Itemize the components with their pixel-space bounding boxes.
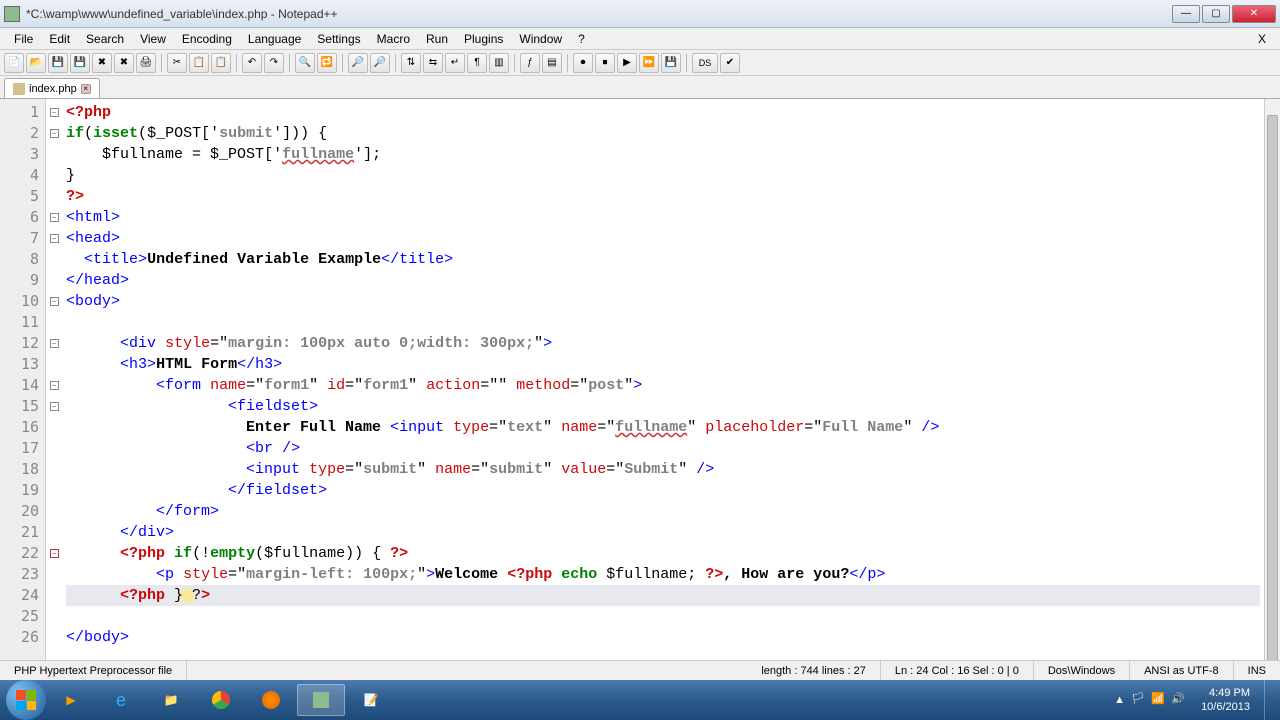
line-number-gutter: 1234567891011121314151617181920212223242…	[0, 99, 46, 660]
menu-view[interactable]: View	[132, 30, 174, 48]
system-tray: ▲ 🏳 📶 🔊 4:49 PM 10/6/2013	[1114, 680, 1274, 720]
start-button[interactable]	[6, 680, 46, 720]
status-mode[interactable]: INS	[1234, 661, 1280, 680]
window-close-button[interactable]: ✕	[1232, 5, 1276, 23]
menu-encoding[interactable]: Encoding	[174, 30, 240, 48]
fold-toggle-icon[interactable]: −	[50, 297, 59, 306]
menu-search[interactable]: Search	[78, 30, 132, 48]
new-file-icon[interactable]: 📄	[4, 53, 24, 73]
status-position: Ln : 24 Col : 16 Sel : 0 | 0	[881, 661, 1034, 680]
menu-settings[interactable]: Settings	[309, 30, 368, 48]
save-all-icon[interactable]: 💾	[70, 53, 90, 73]
taskbar-firefox-icon[interactable]	[247, 684, 295, 716]
replace-icon[interactable]: 🔁	[317, 53, 337, 73]
tray-clock[interactable]: 4:49 PM 10/6/2013	[1193, 686, 1258, 714]
fold-toggle-icon[interactable]: −	[50, 381, 59, 390]
spell-icon[interactable]: ✔	[720, 53, 740, 73]
menu-macro[interactable]: Macro	[369, 30, 418, 48]
ds-icon[interactable]: DS	[692, 53, 718, 73]
save-macro-icon[interactable]: 💾	[661, 53, 681, 73]
taskbar-notepadpp-icon[interactable]	[297, 684, 345, 716]
title-bar: *C:\wamp\www\undefined_variable\index.ph…	[0, 0, 1280, 28]
file-icon	[13, 83, 25, 95]
editor[interactable]: 1234567891011121314151617181920212223242…	[0, 98, 1280, 660]
zoom-out-icon[interactable]: 🔎	[370, 53, 390, 73]
status-encoding[interactable]: ANSI as UTF-8	[1130, 661, 1234, 680]
taskbar-explorer-icon[interactable]: 📁	[147, 684, 195, 716]
zoom-in-icon[interactable]: 🔎	[348, 53, 368, 73]
function-list-icon[interactable]: ƒ	[520, 53, 540, 73]
tab-close-icon[interactable]: ×	[81, 84, 91, 94]
fold-toggle-icon[interactable]: −	[50, 234, 59, 243]
menu-plugins[interactable]: Plugins	[456, 30, 511, 48]
window-title: *C:\wamp\www\undefined_variable\index.ph…	[26, 7, 1172, 21]
wrap-icon[interactable]: ↵	[445, 53, 465, 73]
sync-v-icon[interactable]: ⇅	[401, 53, 421, 73]
minimize-button[interactable]: —	[1172, 5, 1200, 23]
menu-edit[interactable]: Edit	[41, 30, 78, 48]
copy-icon[interactable]: 📋	[189, 53, 209, 73]
tray-date: 10/6/2013	[1201, 700, 1250, 714]
redo-icon[interactable]: ↷	[264, 53, 284, 73]
toolbar: 📄 📂 💾 💾 ✖ ✖ 🖨 ✂ 📋 📋 ↶ ↷ 🔍 🔁 🔎 🔎 ⇅ ⇆ ↵ ¶ …	[0, 50, 1280, 76]
play-multi-icon[interactable]: ⏩	[639, 53, 659, 73]
fold-toggle-icon[interactable]: −	[50, 108, 59, 117]
windows-logo-icon	[16, 690, 36, 710]
menu-bar: File Edit Search View Encoding Language …	[0, 28, 1280, 50]
show-desktop-button[interactable]	[1264, 680, 1274, 720]
code-area[interactable]: <?phpif(isset($_POST['submit'])) { $full…	[62, 99, 1264, 660]
tab-label: index.php	[29, 83, 77, 95]
menu-language[interactable]: Language	[240, 30, 309, 48]
print-icon[interactable]: 🖨	[136, 53, 156, 73]
status-bar: PHP Hypertext Preprocessor file length :…	[0, 660, 1280, 680]
windows-taskbar: ▶ e 📁 📝 ▲ 🏳 📶 🔊 4:49 PM 10/6/2013	[0, 680, 1280, 720]
menu-run[interactable]: Run	[418, 30, 456, 48]
open-file-icon[interactable]: 📂	[26, 53, 46, 73]
scrollbar-thumb[interactable]	[1267, 115, 1278, 675]
app-icon	[4, 6, 20, 22]
fold-toggle-icon[interactable]: −	[50, 402, 59, 411]
taskbar-chrome-icon[interactable]	[197, 684, 245, 716]
fold-toggle-icon[interactable]: −	[50, 339, 59, 348]
menu-window[interactable]: Window	[511, 30, 570, 48]
maximize-button[interactable]: ▢	[1202, 5, 1230, 23]
menu-help[interactable]: ?	[570, 30, 593, 48]
undo-icon[interactable]: ↶	[242, 53, 262, 73]
menu-close-x[interactable]: X	[1250, 32, 1274, 46]
fold-toggle-icon[interactable]: −	[50, 549, 59, 558]
tab-bar: index.php ×	[0, 76, 1280, 98]
record-macro-icon[interactable]: ⏺	[573, 53, 593, 73]
find-icon[interactable]: 🔍	[295, 53, 315, 73]
play-macro-icon[interactable]: ▶	[617, 53, 637, 73]
tray-time: 4:49 PM	[1201, 686, 1250, 700]
save-icon[interactable]: 💾	[48, 53, 68, 73]
status-filetype: PHP Hypertext Preprocessor file	[0, 661, 187, 680]
status-eol[interactable]: Dos\Windows	[1034, 661, 1130, 680]
fold-toggle-icon[interactable]: −	[50, 213, 59, 222]
sync-h-icon[interactable]: ⇆	[423, 53, 443, 73]
tray-network-icon[interactable]: 📶	[1151, 692, 1167, 708]
tray-volume-icon[interactable]: 🔊	[1171, 692, 1187, 708]
paste-icon[interactable]: 📋	[211, 53, 231, 73]
cut-icon[interactable]: ✂	[167, 53, 187, 73]
tray-action-center-icon[interactable]: 🏳	[1131, 692, 1147, 708]
vertical-scrollbar[interactable]	[1264, 99, 1280, 660]
close-all-icon[interactable]: ✖	[114, 53, 134, 73]
taskbar-media-player-icon[interactable]: ▶	[47, 684, 95, 716]
taskbar-ie-icon[interactable]: e	[97, 684, 145, 716]
tab-index-php[interactable]: index.php ×	[4, 78, 100, 98]
show-all-icon[interactable]: ¶	[467, 53, 487, 73]
close-file-icon[interactable]: ✖	[92, 53, 112, 73]
status-length: length : 744 lines : 27	[747, 661, 881, 680]
stop-macro-icon[interactable]: ⏹	[595, 53, 615, 73]
fold-column: − − − − − − − − −	[46, 99, 62, 660]
indent-guide-icon[interactable]: ▥	[489, 53, 509, 73]
fold-toggle-icon[interactable]: −	[50, 129, 59, 138]
tray-expand-icon[interactable]: ▲	[1114, 694, 1125, 706]
taskbar-notepad-icon[interactable]: 📝	[347, 684, 395, 716]
menu-file[interactable]: File	[6, 30, 41, 48]
doc-map-icon[interactable]: ▤	[542, 53, 562, 73]
